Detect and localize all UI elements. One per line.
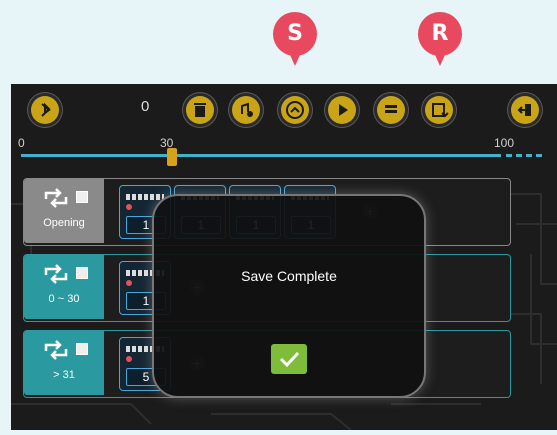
trash-icon: [194, 103, 206, 117]
slot-indicator: [126, 356, 132, 362]
save-marker-label: S: [273, 12, 317, 56]
add-sound-button[interactable]: [232, 96, 260, 124]
loop-icon: [44, 264, 68, 284]
exit-button[interactable]: [511, 96, 539, 124]
timeline-handle[interactable]: [167, 148, 177, 166]
bluetooth-icon: [41, 102, 51, 117]
slot-indicator: [126, 280, 132, 286]
row-header[interactable]: > 31: [24, 331, 104, 395]
restore-marker-pin: R: [418, 12, 462, 68]
layers-button[interactable]: [377, 96, 405, 124]
timeline-track-dashed: [506, 154, 546, 157]
save-complete-dialog: Save Complete: [152, 194, 426, 398]
save-to-device-button[interactable]: [281, 96, 309, 124]
ruler-label-end: 100: [494, 136, 515, 150]
play-button[interactable]: [328, 96, 356, 124]
save-icon: [432, 103, 449, 118]
row-header[interactable]: 0 ~ 30: [24, 255, 104, 319]
delete-button[interactable]: [186, 96, 214, 124]
timeline-bar: [21, 154, 546, 157]
loop-icon: [44, 340, 68, 360]
row-checkbox[interactable]: [76, 191, 88, 203]
loop-icon: [44, 188, 68, 208]
restore-marker-label: R: [418, 12, 462, 56]
app-window: 0 0 30 100 Opening 1 1 1 1 +: [11, 84, 557, 430]
slot-dots: [126, 194, 164, 200]
stack-icon: [385, 105, 397, 113]
restore-button[interactable]: [425, 96, 453, 124]
row-header[interactable]: Opening: [24, 179, 104, 243]
row-label: Opening: [43, 217, 85, 229]
bluetooth-button[interactable]: [31, 96, 59, 124]
add-sound-icon: [241, 102, 253, 117]
up-arrow-icon: [286, 101, 304, 119]
slot-indicator: [126, 204, 132, 210]
exit-icon: [517, 104, 531, 116]
row-label: > 31: [53, 369, 75, 381]
dialog-message: Save Complete: [241, 268, 337, 284]
row-checkbox[interactable]: [76, 267, 88, 279]
ruler-label-start: 0: [18, 136, 25, 150]
row-label: 0 ~ 30: [48, 293, 80, 305]
timeline-track: [21, 154, 501, 157]
confirm-button[interactable]: [271, 344, 307, 374]
save-marker-pin: S: [273, 12, 317, 68]
row-checkbox[interactable]: [76, 343, 88, 355]
counter-value: 0: [141, 98, 150, 115]
checkmark-icon: [279, 351, 300, 368]
play-icon: [339, 104, 348, 116]
